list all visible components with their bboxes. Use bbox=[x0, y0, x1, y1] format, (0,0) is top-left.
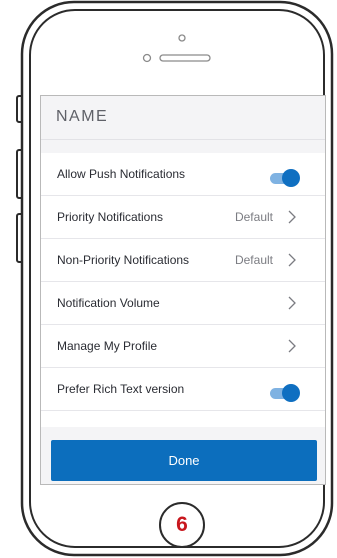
screen-header: NAME bbox=[41, 96, 325, 140]
done-button[interactable]: Done bbox=[51, 440, 317, 481]
setting-label: Manage My Profile bbox=[57, 339, 158, 353]
toggle-knob bbox=[282, 384, 300, 402]
setting-label: Non-Priority Notifications bbox=[57, 253, 190, 267]
setting-label: Priority Notifications bbox=[57, 210, 164, 224]
toggle-switch[interactable] bbox=[270, 169, 300, 187]
setting-label: Notification Volume bbox=[57, 296, 160, 310]
setting-label: Prefer Rich Text version bbox=[57, 382, 185, 396]
setting-row-prefer-rich-text[interactable]: Prefer Rich Text version bbox=[41, 368, 325, 411]
settings-screen: NAME Allow Push Notifications Priority N… bbox=[40, 95, 326, 485]
setting-value: Default bbox=[234, 210, 273, 224]
setting-row-allow-push[interactable]: Allow Push Notifications bbox=[41, 153, 325, 196]
toggle-knob bbox=[282, 169, 300, 187]
screen-title: NAME bbox=[56, 108, 109, 125]
setting-label: Allow Push Notifications bbox=[57, 167, 186, 181]
chevron-right-icon bbox=[288, 339, 296, 353]
chevron-right-icon bbox=[288, 253, 296, 267]
header-spacer bbox=[41, 140, 325, 153]
step-number-badge: 6 bbox=[176, 513, 188, 536]
setting-value: Default bbox=[234, 253, 273, 267]
home-button[interactable]: 6 bbox=[159, 502, 205, 548]
chevron-right-icon bbox=[288, 210, 296, 224]
setting-row-non-priority-notifications[interactable]: Non-Priority Notifications Default bbox=[41, 239, 325, 282]
setting-row-manage-profile[interactable]: Manage My Profile bbox=[41, 325, 325, 368]
chevron-right-icon bbox=[288, 296, 296, 310]
setting-row-notification-volume[interactable]: Notification Volume bbox=[41, 282, 325, 325]
setting-row-priority-notifications[interactable]: Priority Notifications Default bbox=[41, 196, 325, 239]
toggle-switch[interactable] bbox=[270, 384, 300, 402]
